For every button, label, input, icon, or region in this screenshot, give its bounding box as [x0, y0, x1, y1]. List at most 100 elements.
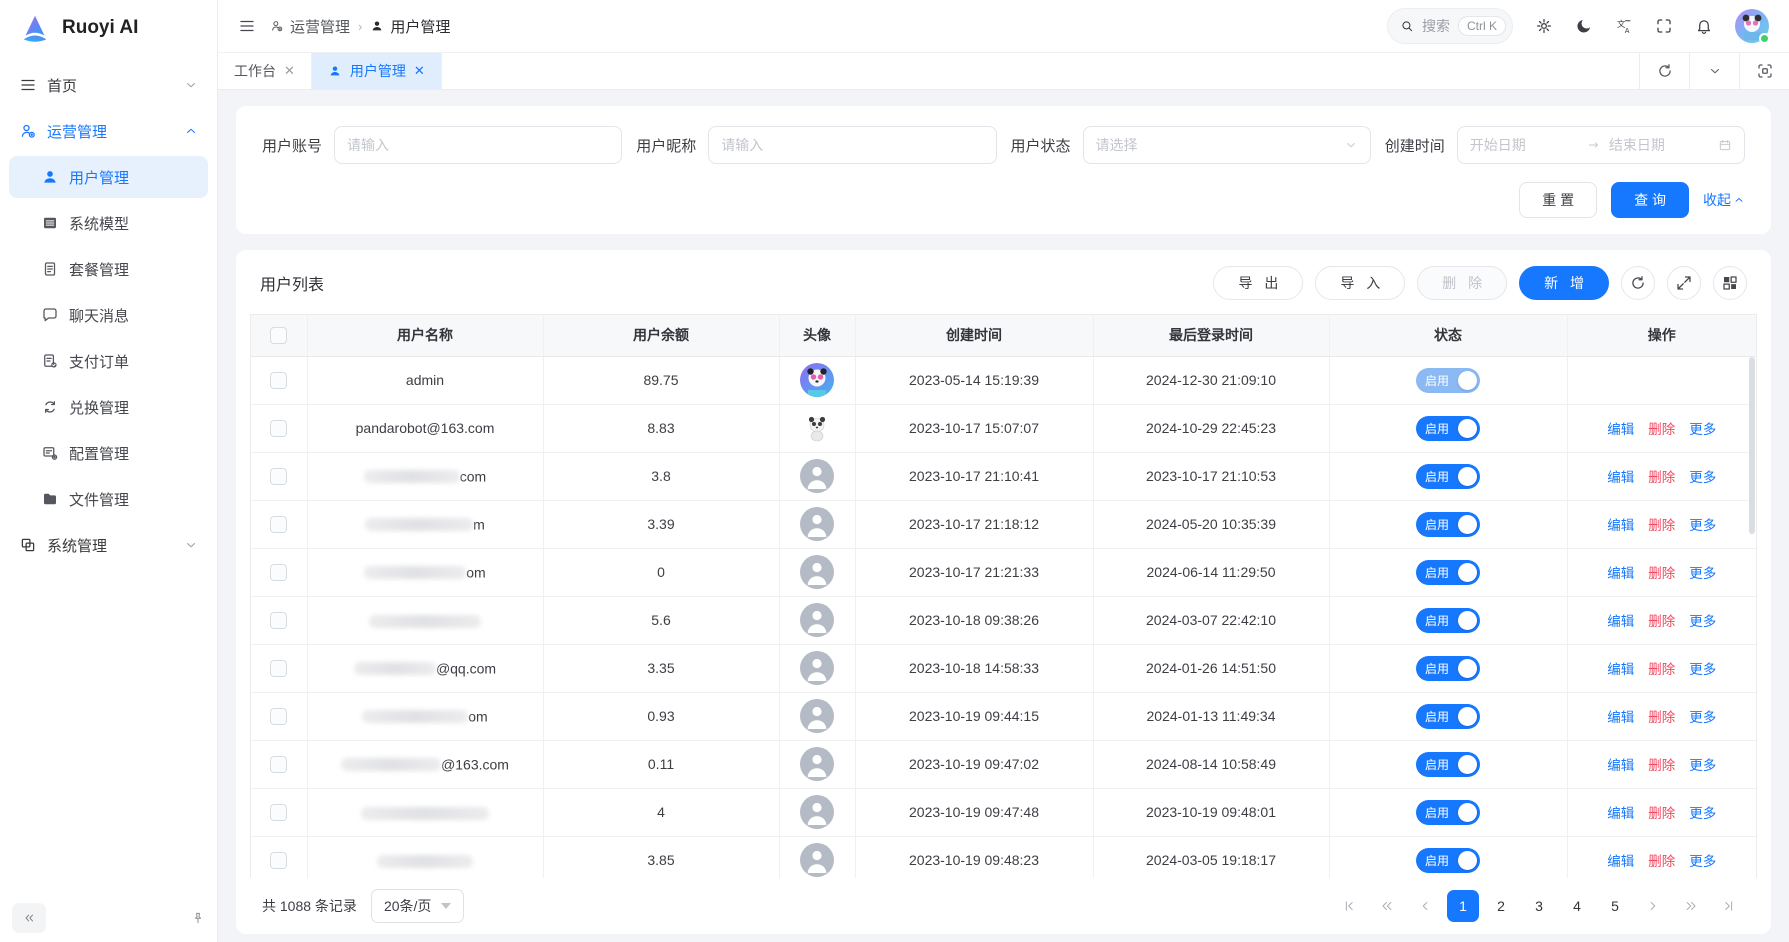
edit-link[interactable]: 编辑: [1607, 662, 1634, 677]
more-link[interactable]: 更多: [1689, 422, 1716, 437]
row-checkbox[interactable]: [270, 612, 287, 629]
status-select[interactable]: 请选择: [1083, 126, 1371, 164]
row-checkbox[interactable]: [270, 468, 287, 485]
delete-link[interactable]: 删除: [1648, 422, 1675, 437]
breadcrumb-item-users[interactable]: 用户管理: [370, 16, 450, 37]
column-settings-button[interactable]: [1713, 266, 1747, 300]
delete-link[interactable]: 删除: [1648, 566, 1675, 581]
sidebar-section-2[interactable]: 系统管理: [9, 524, 208, 566]
sidebar-item-聊天消息[interactable]: 聊天消息: [9, 294, 208, 336]
edit-link[interactable]: 编辑: [1607, 470, 1634, 485]
table-scrollbar[interactable]: [1749, 357, 1755, 878]
delete-link[interactable]: 删除: [1648, 614, 1675, 629]
next-jump-button[interactable]: [1675, 890, 1707, 922]
sidebar-toggle-icon[interactable]: [238, 17, 256, 35]
more-link[interactable]: 更多: [1689, 662, 1716, 677]
sidebar-item-文件管理[interactable]: 文件管理: [9, 478, 208, 520]
status-toggle[interactable]: 启用: [1416, 848, 1480, 873]
delete-button[interactable]: 删 除: [1417, 266, 1507, 300]
delete-link[interactable]: 删除: [1648, 662, 1675, 677]
select-all-checkbox[interactable]: [270, 327, 287, 344]
edit-link[interactable]: 编辑: [1607, 854, 1634, 869]
sidebar-item-系统模型[interactable]: 系统模型: [9, 202, 208, 244]
account-input[interactable]: [347, 137, 609, 153]
more-link[interactable]: 更多: [1689, 566, 1716, 581]
delete-link[interactable]: 删除: [1648, 470, 1675, 485]
edit-link[interactable]: 编辑: [1607, 758, 1634, 773]
edit-link[interactable]: 编辑: [1607, 614, 1634, 629]
status-toggle[interactable]: 启用: [1416, 560, 1480, 585]
more-link[interactable]: 更多: [1689, 614, 1716, 629]
status-toggle[interactable]: 启用: [1416, 656, 1480, 681]
status-toggle[interactable]: 启用: [1416, 512, 1480, 537]
more-link[interactable]: 更多: [1689, 758, 1716, 773]
reset-button[interactable]: 重 置: [1519, 182, 1597, 218]
edit-link[interactable]: 编辑: [1607, 566, 1634, 581]
query-button[interactable]: 查 询: [1611, 182, 1689, 218]
edit-link[interactable]: 编辑: [1607, 710, 1634, 725]
delete-link[interactable]: 删除: [1648, 758, 1675, 773]
row-checkbox[interactable]: [270, 372, 287, 389]
tab-refresh-button[interactable]: [1639, 53, 1689, 89]
sidebar-section-0[interactable]: 首页: [9, 64, 208, 106]
next-page-button[interactable]: [1637, 890, 1669, 922]
sidebar-item-配置管理[interactable]: 配置管理: [9, 432, 208, 474]
sidebar-collapse-button[interactable]: [12, 903, 46, 933]
tab-user-management[interactable]: 用户管理 ✕: [312, 53, 442, 89]
page-button-5[interactable]: 5: [1599, 890, 1631, 922]
moon-icon[interactable]: [1575, 17, 1593, 35]
brand[interactable]: Ruoyi AI: [0, 0, 217, 56]
close-icon[interactable]: ✕: [284, 63, 295, 79]
tab-workbench[interactable]: 工作台 ✕: [218, 53, 312, 89]
row-checkbox[interactable]: [270, 660, 287, 677]
daterange-picker[interactable]: 开始日期 结束日期: [1457, 126, 1745, 164]
sidebar-item-支付订单[interactable]: 支付订单: [9, 340, 208, 382]
delete-link[interactable]: 删除: [1648, 518, 1675, 533]
row-checkbox[interactable]: [270, 708, 287, 725]
status-toggle[interactable]: 启用: [1416, 464, 1480, 489]
prev-page-button[interactable]: [1409, 890, 1441, 922]
sidebar-item-用户管理[interactable]: 用户管理: [9, 156, 208, 198]
pin-button[interactable]: [191, 911, 205, 925]
nickname-input[interactable]: [721, 137, 983, 153]
breadcrumb-item-operations[interactable]: 运营管理: [270, 16, 350, 37]
row-checkbox[interactable]: [270, 420, 287, 437]
translate-icon[interactable]: 文A: [1615, 17, 1633, 35]
edit-link[interactable]: 编辑: [1607, 518, 1634, 533]
first-page-button[interactable]: [1333, 890, 1365, 922]
scrollbar-thumb[interactable]: [1749, 357, 1755, 534]
row-checkbox[interactable]: [270, 516, 287, 533]
delete-link[interactable]: 删除: [1648, 854, 1675, 869]
import-button[interactable]: 导 入: [1315, 266, 1405, 300]
row-checkbox[interactable]: [270, 564, 287, 581]
fullscreen-icon[interactable]: [1655, 17, 1673, 35]
delete-link[interactable]: 删除: [1648, 710, 1675, 725]
table-fullscreen-button[interactable]: [1667, 266, 1701, 300]
status-toggle[interactable]: 启用: [1416, 608, 1480, 633]
more-link[interactable]: 更多: [1689, 806, 1716, 821]
sidebar-item-兑换管理[interactable]: 兑换管理: [9, 386, 208, 428]
row-checkbox[interactable]: [270, 756, 287, 773]
last-page-button[interactable]: [1713, 890, 1745, 922]
settings-icon[interactable]: [1535, 17, 1553, 35]
user-avatar[interactable]: [1735, 9, 1769, 43]
row-checkbox[interactable]: [270, 804, 287, 821]
export-button[interactable]: 导 出: [1213, 266, 1303, 300]
collapse-filter-link[interactable]: 收起: [1703, 190, 1745, 210]
more-link[interactable]: 更多: [1689, 854, 1716, 869]
edit-link[interactable]: 编辑: [1607, 422, 1634, 437]
delete-link[interactable]: 删除: [1648, 806, 1675, 821]
page-button-3[interactable]: 3: [1523, 890, 1555, 922]
tab-menu-button[interactable]: [1689, 53, 1739, 89]
tab-maximize-button[interactable]: [1739, 53, 1789, 89]
add-button[interactable]: 新 增: [1519, 266, 1609, 300]
global-search[interactable]: 搜索 Ctrl K: [1387, 8, 1513, 44]
prev-jump-button[interactable]: [1371, 890, 1403, 922]
status-toggle[interactable]: 启用: [1416, 752, 1480, 777]
bell-icon[interactable]: [1695, 17, 1713, 35]
status-toggle[interactable]: 启用: [1416, 704, 1480, 729]
close-icon[interactable]: ✕: [414, 63, 425, 79]
page-button-2[interactable]: 2: [1485, 890, 1517, 922]
row-checkbox[interactable]: [270, 852, 287, 869]
edit-link[interactable]: 编辑: [1607, 806, 1634, 821]
